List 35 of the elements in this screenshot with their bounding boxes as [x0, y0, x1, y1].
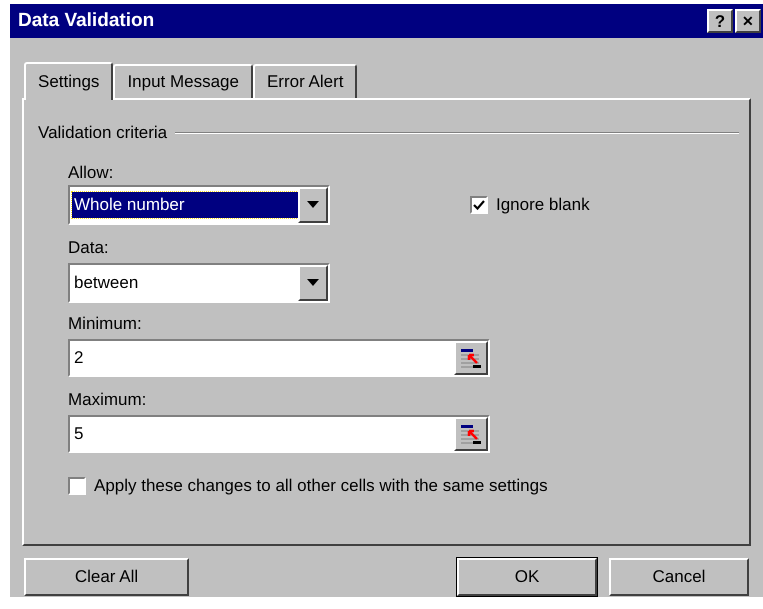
field-value: 5	[74, 423, 84, 445]
checkbox-label: Ignore blank	[496, 194, 590, 216]
group-title: Validation criteria	[38, 122, 168, 144]
help-button[interactable]: ?	[707, 9, 733, 33]
caret-down-icon	[307, 279, 319, 286]
dropdown-arrow-button[interactable]	[298, 186, 328, 223]
input-field[interactable]: 2	[68, 338, 490, 377]
field-label: Minimum:	[68, 314, 142, 333]
caret-down-icon	[307, 201, 319, 208]
range-picker-icon	[459, 422, 483, 445]
dialog-button[interactable]: OK	[457, 558, 597, 596]
input-field[interactable]: 5	[68, 414, 490, 453]
dropdown-arrow-button[interactable]	[298, 264, 328, 301]
dropdown-value: between	[73, 272, 140, 294]
field-value: 2	[74, 347, 84, 369]
field-label: Data:	[68, 238, 109, 257]
dropdown[interactable]: Whole number	[68, 184, 330, 225]
checkbox[interactable]	[68, 476, 86, 494]
collapse-dialog-button[interactable]	[454, 416, 488, 451]
collapse-dialog-button[interactable]	[454, 340, 488, 375]
checkbox-label: Apply these changes to all other cells with the same settings	[94, 474, 548, 497]
field-label: Maximum:	[68, 390, 146, 409]
tab[interactable]: Settings	[24, 62, 114, 100]
checkbox[interactable]	[470, 196, 488, 214]
dropdown-value: Whole number	[72, 192, 298, 218]
dropdown[interactable]: between	[68, 262, 330, 303]
tab[interactable]: Error Alert	[252, 64, 358, 98]
dialog-button[interactable]: Clear All	[24, 558, 189, 596]
window-title: Data Validation	[18, 8, 156, 33]
dialog-button[interactable]: Cancel	[609, 558, 749, 596]
checkmark-icon	[473, 198, 485, 211]
close-button[interactable]: ✕	[735, 9, 761, 33]
field-label: Allow:	[68, 162, 114, 183]
tab[interactable]: Input Message	[113, 64, 253, 98]
range-picker-icon	[459, 346, 483, 369]
